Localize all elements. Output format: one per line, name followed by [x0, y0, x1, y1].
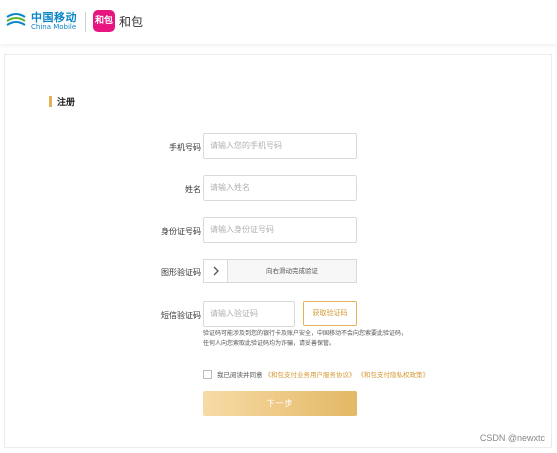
section-title: 注册	[49, 95, 76, 108]
sms-label: 短信验证码	[161, 311, 201, 320]
slider-hint: 向右滑动完成验证	[266, 267, 318, 275]
name-input[interactable]: 请输入姓名	[203, 175, 357, 201]
privacy-policy-link[interactable]: 《和包支付隐私权政策》	[358, 369, 430, 379]
header-divider	[85, 12, 86, 32]
phone-label: 手机号码	[169, 143, 201, 152]
agree-text: 我已阅读并同意	[217, 371, 263, 379]
get-code-button[interactable]: 获取验证码	[303, 301, 357, 326]
notice-line: 验证码可能涉及到您的银行卡及账户安全，中国移动不会向您索要此验证码，	[203, 330, 408, 337]
slider-handle[interactable]	[204, 260, 228, 282]
id-label: 身份证号码	[161, 227, 201, 236]
chevron-right-icon	[213, 266, 219, 276]
notice-line: 任何人向您索取此验证码均为诈骗，请妥善保管。	[203, 340, 336, 347]
agree-checkbox[interactable]	[203, 369, 212, 379]
app-name: 和包	[119, 15, 144, 29]
top-header: 中国移动 China Mobile 和包 和包	[0, 0, 557, 44]
captcha-label: 图形验证码	[161, 268, 201, 277]
watermark: CSDN @newxtc	[479, 433, 545, 443]
phone-input[interactable]: 请输入您的手机号码	[203, 133, 357, 159]
brand-name-en: China Mobile	[31, 23, 77, 31]
service-agreement-link[interactable]: 《和包支付业务用户服务协议》	[265, 369, 356, 379]
next-button[interactable]: 下一步	[203, 391, 357, 416]
agreement-row: 我已阅读并同意 《和包支付业务用户服务协议》 《和包支付隐私权政策》	[203, 369, 429, 379]
register-card: 注册 手机号码 请输入您的手机号码 姓名 请输入姓名 身份证号码 请输入身份证号…	[4, 54, 552, 448]
china-mobile-logo-icon	[6, 13, 26, 26]
title-accent-bar	[49, 95, 52, 107]
page-title: 注册	[57, 97, 76, 108]
security-notice: 验证码可能涉及到您的银行卡及账户安全，中国移动不会向您索要此验证码， 任何人向您…	[203, 329, 433, 349]
id-input[interactable]: 请输入身份证号码	[203, 217, 357, 243]
name-label: 姓名	[185, 185, 201, 194]
hebao-logo-icon: 和包	[93, 10, 115, 32]
sms-code-input[interactable]: 请输入验证码	[203, 301, 295, 327]
captcha-slider[interactable]: 向右滑动完成验证	[203, 259, 357, 283]
